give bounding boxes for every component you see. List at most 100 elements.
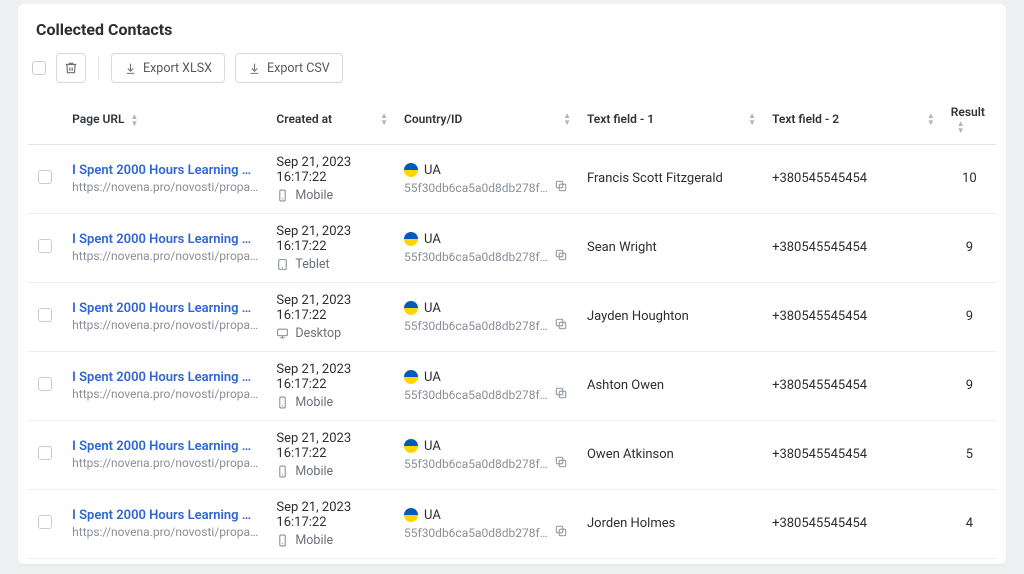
table-row: I Spent 2000 Hours Learning How To… http… <box>28 282 996 351</box>
device-icon <box>276 396 289 409</box>
device-label: Desktop <box>295 326 341 341</box>
result-value: 9 <box>943 213 996 282</box>
export-csv-button[interactable]: Export CSV <box>235 53 343 83</box>
page-url-text: https://novena.pro/novosti/propal-rezhim… <box>72 249 260 263</box>
select-all-checkbox[interactable] <box>32 61 46 75</box>
country-code: UA <box>424 232 441 247</box>
record-id: 55f30db6ca5a0d8db278ff195… <box>404 526 548 540</box>
delete-button[interactable] <box>56 53 86 83</box>
sort-icon: ▲▼ <box>563 112 571 126</box>
toolbar-divider <box>98 56 99 80</box>
device-label: Mobile <box>295 464 333 479</box>
copy-icon[interactable] <box>554 179 568 193</box>
text-field-1: Ashton Owen <box>579 351 764 420</box>
col-result[interactable]: Result▲▼ <box>943 95 996 144</box>
copy-icon[interactable] <box>554 248 568 262</box>
export-xlsx-button[interactable]: Export XLSX <box>111 53 225 83</box>
sort-icon: ▲▼ <box>748 112 756 126</box>
created-at: Sep 21, 2023 16:17:22 <box>276 500 388 530</box>
text-field-2: +380545545454 <box>764 282 943 351</box>
device-icon <box>276 327 289 340</box>
result-value: 4 <box>943 489 996 558</box>
row-checkbox[interactable] <box>38 377 52 391</box>
row-checkbox[interactable] <box>38 515 52 529</box>
row-checkbox[interactable] <box>38 170 52 184</box>
sort-icon: ▲▼ <box>380 112 388 126</box>
result-value: 2 <box>943 558 996 564</box>
record-id: 55f30db6ca5a0d8db278ff195… <box>404 457 548 471</box>
page-url-text: https://novena.pro/novosti/propal-rezhim… <box>72 456 260 470</box>
page-title: Collected Contacts <box>18 20 1006 49</box>
page-title-link[interactable]: I Spent 2000 Hours Learning How To… <box>72 232 260 247</box>
col-country-id[interactable]: Country/ID▲▼ <box>396 95 579 144</box>
flag-icon <box>404 232 418 246</box>
flag-icon <box>404 370 418 384</box>
country-code: UA <box>424 370 441 385</box>
table-row: I Spent 2000 Hours Learning How To… http… <box>28 351 996 420</box>
text-field-1: Owen Atkinson <box>579 420 764 489</box>
copy-icon[interactable] <box>554 524 568 538</box>
record-id: 55f30db6ca5a0d8db278ff195… <box>404 388 548 402</box>
copy-icon[interactable] <box>554 386 568 400</box>
device-icon <box>276 189 289 202</box>
export-csv-label: Export CSV <box>267 61 330 76</box>
trash-icon <box>64 61 78 75</box>
flag-icon <box>404 163 418 177</box>
sort-icon: ▲▼ <box>131 113 139 127</box>
created-at: Sep 21, 2023 16:17:22 <box>276 224 388 254</box>
flag-icon <box>404 439 418 453</box>
col-text2[interactable]: Text field - 2▲▼ <box>764 95 943 144</box>
device-icon <box>276 534 289 547</box>
page-title-link[interactable]: I Spent 2000 Hours Learning How To… <box>72 301 260 316</box>
flag-icon <box>404 301 418 315</box>
country-code: UA <box>424 508 441 523</box>
page-url-text: https://novena.pro/novosti/propal-rezhim… <box>72 525 260 539</box>
result-value: 10 <box>943 144 996 213</box>
device-label: Mobile <box>295 395 333 410</box>
page-url-text: https://novena.pro/novosti/propal-rezhim… <box>72 318 260 332</box>
record-id: 55f30db6ca5a0d8db278ff195… <box>404 319 548 333</box>
text-field-2: +380545545454 <box>764 558 943 564</box>
copy-icon[interactable] <box>554 455 568 469</box>
sort-icon: ▲▼ <box>927 112 935 126</box>
record-id: 55f30db6ca5a0d8db278ff195… <box>404 250 548 264</box>
device-label: Mobile <box>295 533 333 548</box>
text-field-2: +380545545454 <box>764 420 943 489</box>
row-checkbox[interactable] <box>38 308 52 322</box>
text-field-1: Jorden Holmes <box>579 489 764 558</box>
col-created-at[interactable]: Created at▲▼ <box>268 95 396 144</box>
page-title-link[interactable]: I Spent 2000 Hours Learning How To… <box>72 508 260 523</box>
sort-icon: ▲▼ <box>957 120 965 134</box>
page-url-text: https://novena.pro/novosti/propal-rezhim… <box>72 387 260 401</box>
table-row: I Spent 2000 Hours Learning How To… http… <box>28 558 996 564</box>
row-checkbox[interactable] <box>38 446 52 460</box>
table-row: I Spent 2000 Hours Learning How To… http… <box>28 420 996 489</box>
table-row: I Spent 2000 Hours Learning How To… http… <box>28 144 996 213</box>
result-value: 9 <box>943 351 996 420</box>
record-id: 55f30db6ca5a0d8db278ff195… <box>404 181 548 195</box>
text-field-1: Brian Holloway <box>579 558 764 564</box>
table-row: I Spent 2000 Hours Learning How To… http… <box>28 213 996 282</box>
flag-icon <box>404 508 418 522</box>
device-label: Teblet <box>295 257 329 272</box>
page-title-link[interactable]: I Spent 2000 Hours Learning How To… <box>72 163 260 178</box>
page-title-link[interactable]: I Spent 2000 Hours Learning How To… <box>72 370 260 385</box>
page-title-link[interactable]: I Spent 2000 Hours Learning How To… <box>72 439 260 454</box>
table-row: I Spent 2000 Hours Learning How To… http… <box>28 489 996 558</box>
country-code: UA <box>424 301 441 316</box>
device-icon <box>276 465 289 478</box>
country-code: UA <box>424 163 441 178</box>
created-at: Sep 21, 2023 16:17:22 <box>276 155 388 185</box>
download-icon <box>248 62 261 75</box>
device-label: Mobile <box>295 188 333 203</box>
col-text1[interactable]: Text field - 1▲▼ <box>579 95 764 144</box>
text-field-2: +380545545454 <box>764 351 943 420</box>
result-value: 9 <box>943 282 996 351</box>
text-field-1: Jayden Houghton <box>579 282 764 351</box>
toolbar: Export XLSX Export CSV <box>18 49 1006 95</box>
row-checkbox[interactable] <box>38 239 52 253</box>
copy-icon[interactable] <box>554 317 568 331</box>
country-code: UA <box>424 439 441 454</box>
export-xlsx-label: Export XLSX <box>143 61 212 76</box>
col-page-url[interactable]: Page URL▲▼ <box>64 95 268 144</box>
